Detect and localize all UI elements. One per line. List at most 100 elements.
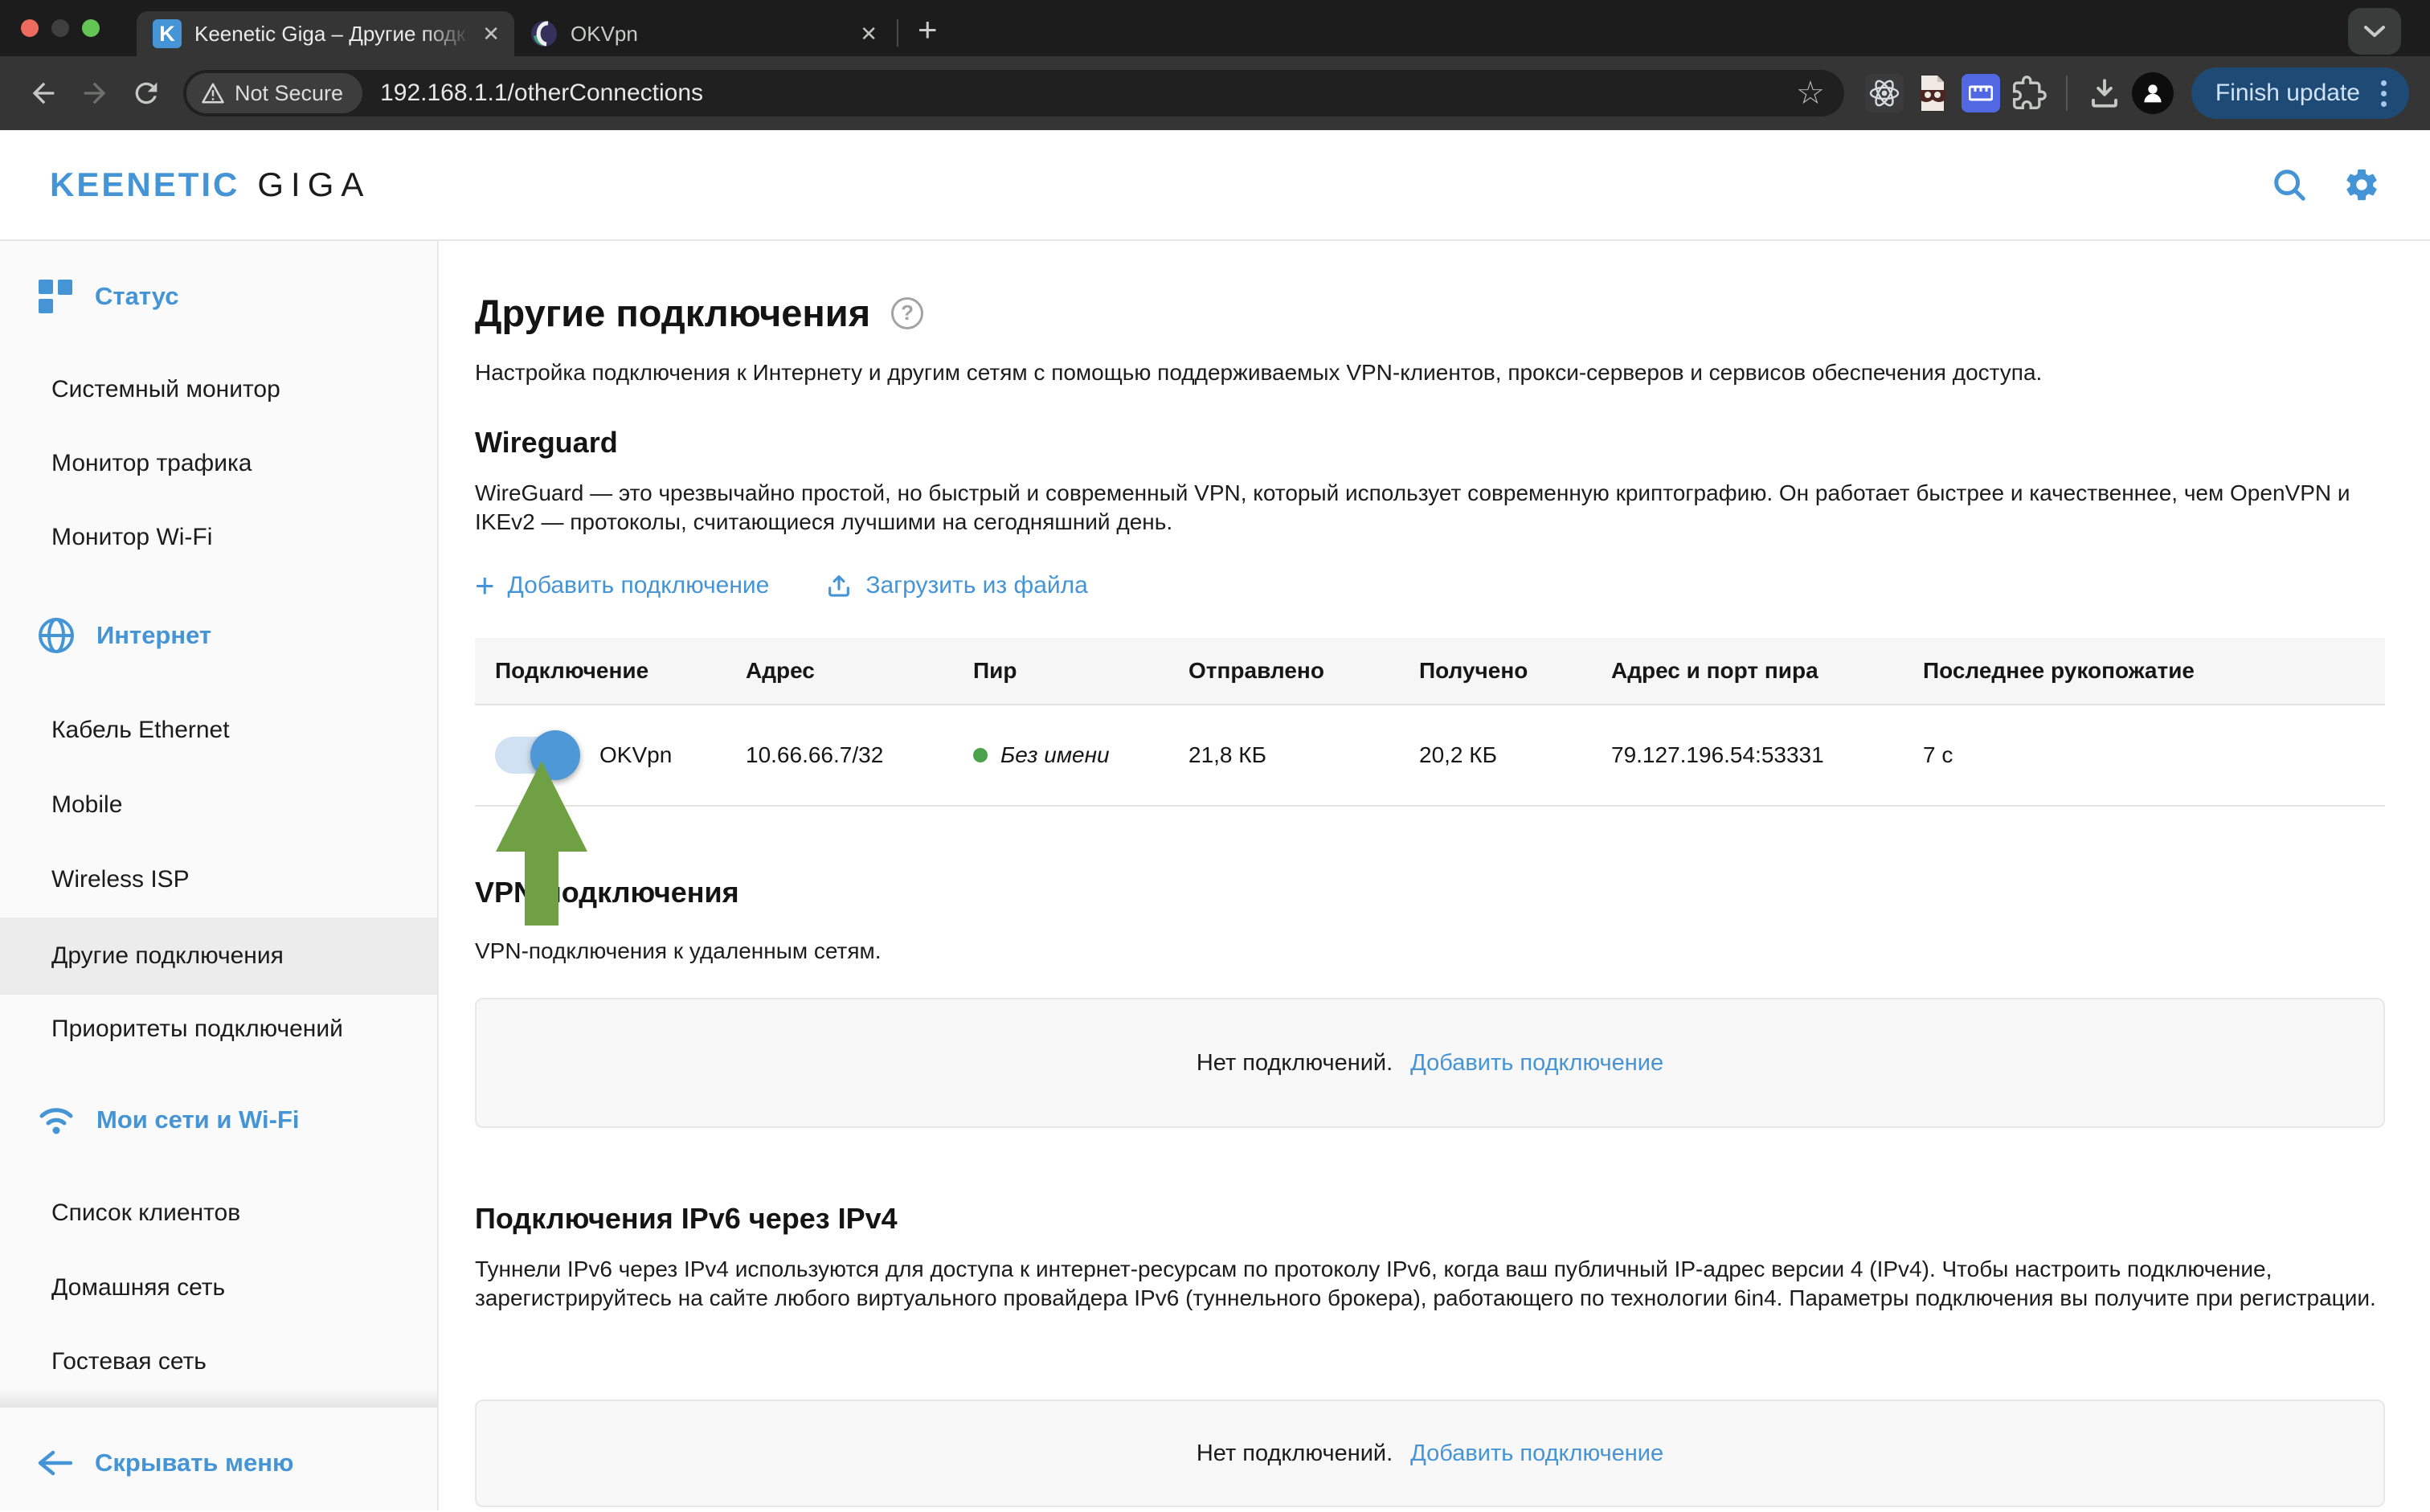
- extensions-puzzle-icon[interactable]: [2008, 72, 2050, 114]
- browser-chrome: K Keenetic Giga – Другие подк ✕ OKVpn ✕ …: [0, 0, 2430, 130]
- sidebar-item-wireless-isp[interactable]: Wireless ISP: [51, 854, 190, 905]
- sidebar-item-traffic-monitor[interactable]: Монитор трафика: [51, 438, 252, 489]
- reload-button[interactable]: [124, 71, 169, 116]
- sidebar-item-home-network[interactable]: Домашняя сеть: [51, 1262, 225, 1314]
- tab-keenetic[interactable]: K Keenetic Giga – Другие подк ✕: [137, 11, 514, 56]
- vpn-empty-box: Нет подключений. Добавить подключение: [475, 998, 2385, 1128]
- profile-avatar[interactable]: [2132, 72, 2174, 114]
- tab-title: OKVpn: [571, 22, 849, 47]
- sidebar-item-client-list[interactable]: Список клиентов: [51, 1187, 240, 1239]
- col-received: Получено: [1419, 658, 1611, 684]
- browser-menu-icon[interactable]: [2376, 77, 2391, 110]
- bookmark-icon[interactable]: ☆: [1796, 75, 1825, 112]
- sidebar-item-label: Приоритеты подключений: [51, 1015, 343, 1043]
- peer-status-icon: [973, 748, 988, 762]
- add-connection-label: Добавить подключение: [508, 572, 770, 599]
- sidebar-item-wifi-monitor[interactable]: Монитор Wi-Fi: [51, 512, 212, 563]
- sidebar-item-ethernet[interactable]: Кабель Ethernet: [51, 705, 230, 756]
- wireguard-heading: Wireguard: [475, 426, 2385, 460]
- url-text[interactable]: 192.168.1.1/otherConnections: [380, 80, 1796, 107]
- chevron-down-icon: [2362, 23, 2387, 39]
- sidebar-item-label: Кабель Ethernet: [51, 717, 230, 744]
- arrow-left-icon: [37, 1449, 72, 1477]
- sidebar-item-label: Гостевая сеть: [51, 1348, 207, 1375]
- react-devtools-extension-icon[interactable]: [1863, 72, 1905, 114]
- zoom-window-button[interactable]: [82, 19, 100, 37]
- sidebar-bottom-fade: [0, 1388, 437, 1408]
- ipv6-empty-text: Нет подключений.: [1197, 1440, 1393, 1467]
- upload-icon: [825, 572, 853, 599]
- model-name: GIGA: [257, 166, 370, 204]
- search-icon[interactable]: [2271, 166, 2308, 203]
- minimize-window-button[interactable]: [51, 19, 69, 37]
- table-header-row: Подключение Адрес Пир Отправлено Получен…: [475, 638, 2385, 705]
- sidebar-item-mobile[interactable]: Mobile: [51, 779, 122, 831]
- sidebar-item-label: Системный монитор: [51, 376, 280, 403]
- col-endpoint: Адрес и порт пира: [1611, 658, 1923, 684]
- vpn-empty-text: Нет подключений.: [1197, 1050, 1393, 1077]
- sidebar-item-label: Список клиентов: [51, 1199, 240, 1227]
- finish-update-button[interactable]: Finish update: [2191, 67, 2409, 119]
- sidebar-section-status[interactable]: Статус: [37, 270, 178, 323]
- vpn-add-connection-link[interactable]: Добавить подключение: [1410, 1050, 1663, 1077]
- sidebar-item-label: Mobile: [51, 791, 122, 819]
- close-tab-icon[interactable]: ✕: [860, 22, 878, 47]
- sidebar-section-label: Интернет: [96, 621, 211, 650]
- page-title: Другие подключения: [475, 291, 870, 335]
- vpn-heading: VPN-подключения: [475, 876, 2385, 909]
- warning-icon: [201, 82, 225, 104]
- json-viewer-extension-icon[interactable]: [1912, 72, 1953, 114]
- help-icon[interactable]: ?: [891, 297, 923, 329]
- sidebar-item-label: Wireless ISP: [51, 866, 190, 893]
- wifi-icon: [37, 1103, 76, 1137]
- browser-toolbar: Not Secure 192.168.1.1/otherConnections …: [0, 56, 2430, 130]
- tab-search-button[interactable]: [2348, 8, 2401, 55]
- tab-title: Keenetic Giga – Другие подк: [194, 22, 471, 47]
- cell-address: 10.66.66.7/32: [746, 742, 973, 768]
- hide-menu-label: Скрывать меню: [95, 1449, 293, 1477]
- close-window-button[interactable]: [21, 19, 39, 37]
- hide-menu-button[interactable]: Скрывать меню: [37, 1436, 293, 1490]
- toolbar-separator: [2066, 76, 2068, 111]
- load-from-file-label: Загрузить из файла: [865, 572, 1087, 599]
- load-from-file-link[interactable]: Загрузить из файла: [825, 572, 1087, 599]
- col-connection: Подключение: [495, 658, 746, 684]
- gear-icon[interactable]: [2343, 166, 2380, 203]
- globe-icon: [37, 616, 76, 655]
- dashboard-icon: [37, 278, 74, 315]
- address-bar[interactable]: Not Secure 192.168.1.1/otherConnections …: [183, 70, 1844, 116]
- sidebar-item-guest-network[interactable]: Гостевая сеть: [51, 1336, 207, 1387]
- close-tab-icon[interactable]: ✕: [482, 22, 500, 47]
- downloads-button[interactable]: [2084, 72, 2125, 114]
- col-address: Адрес: [746, 658, 973, 684]
- ipv6-heading: Подключения IPv6 через IPv4: [475, 1202, 2385, 1236]
- ipv6-description: Туннели IPv6 через IPv4 используются для…: [475, 1255, 2385, 1313]
- ipv6-empty-box: Нет подключений. Добавить подключение: [475, 1400, 2385, 1507]
- annotation-arrow-up: [496, 761, 587, 926]
- col-sent: Отправлено: [1188, 658, 1419, 684]
- sidebar-item-connection-priorities[interactable]: Приоритеты подключений: [51, 1003, 343, 1055]
- ipv6-add-connection-link[interactable]: Добавить подключение: [1410, 1440, 1663, 1467]
- new-tab-button[interactable]: +: [910, 13, 946, 47]
- cell-endpoint: 79.127.196.54:53331: [1611, 742, 1923, 768]
- tab-separator: [897, 19, 898, 47]
- back-button[interactable]: [21, 71, 66, 116]
- sidebar-item-label: Монитор Wi-Fi: [51, 524, 212, 551]
- sidebar: Статус Системный монитор Монитор трафика…: [0, 241, 439, 1510]
- wireguard-table: Подключение Адрес Пир Отправлено Получен…: [475, 638, 2385, 807]
- sidebar-item-system-monitor[interactable]: Системный монитор: [51, 364, 280, 415]
- security-chip[interactable]: Not Secure: [186, 73, 362, 113]
- tab-okvpn[interactable]: OKVpn ✕: [514, 11, 892, 56]
- cell-peer: Без имени: [1000, 742, 1110, 768]
- forward-button[interactable]: [72, 71, 117, 116]
- add-connection-link[interactable]: + Добавить подключение: [475, 572, 769, 599]
- page-description: Настройка подключения к Интернету и друг…: [475, 360, 2385, 386]
- brand-logo: KEENETIC: [50, 166, 239, 204]
- sidebar-item-other-connections[interactable]: Другие подключения: [0, 917, 437, 995]
- sidebar-section-my-networks[interactable]: Мои сети и Wi-Fi: [37, 1093, 300, 1146]
- wireguard-description: WireGuard — это чрезвычайно простой, но …: [475, 479, 2385, 537]
- sidebar-section-internet[interactable]: Интернет: [37, 609, 211, 662]
- okvpn-favicon: [530, 20, 558, 47]
- ruler-extension-icon[interactable]: [1960, 72, 2002, 114]
- connection-name[interactable]: OKVpn: [599, 742, 672, 768]
